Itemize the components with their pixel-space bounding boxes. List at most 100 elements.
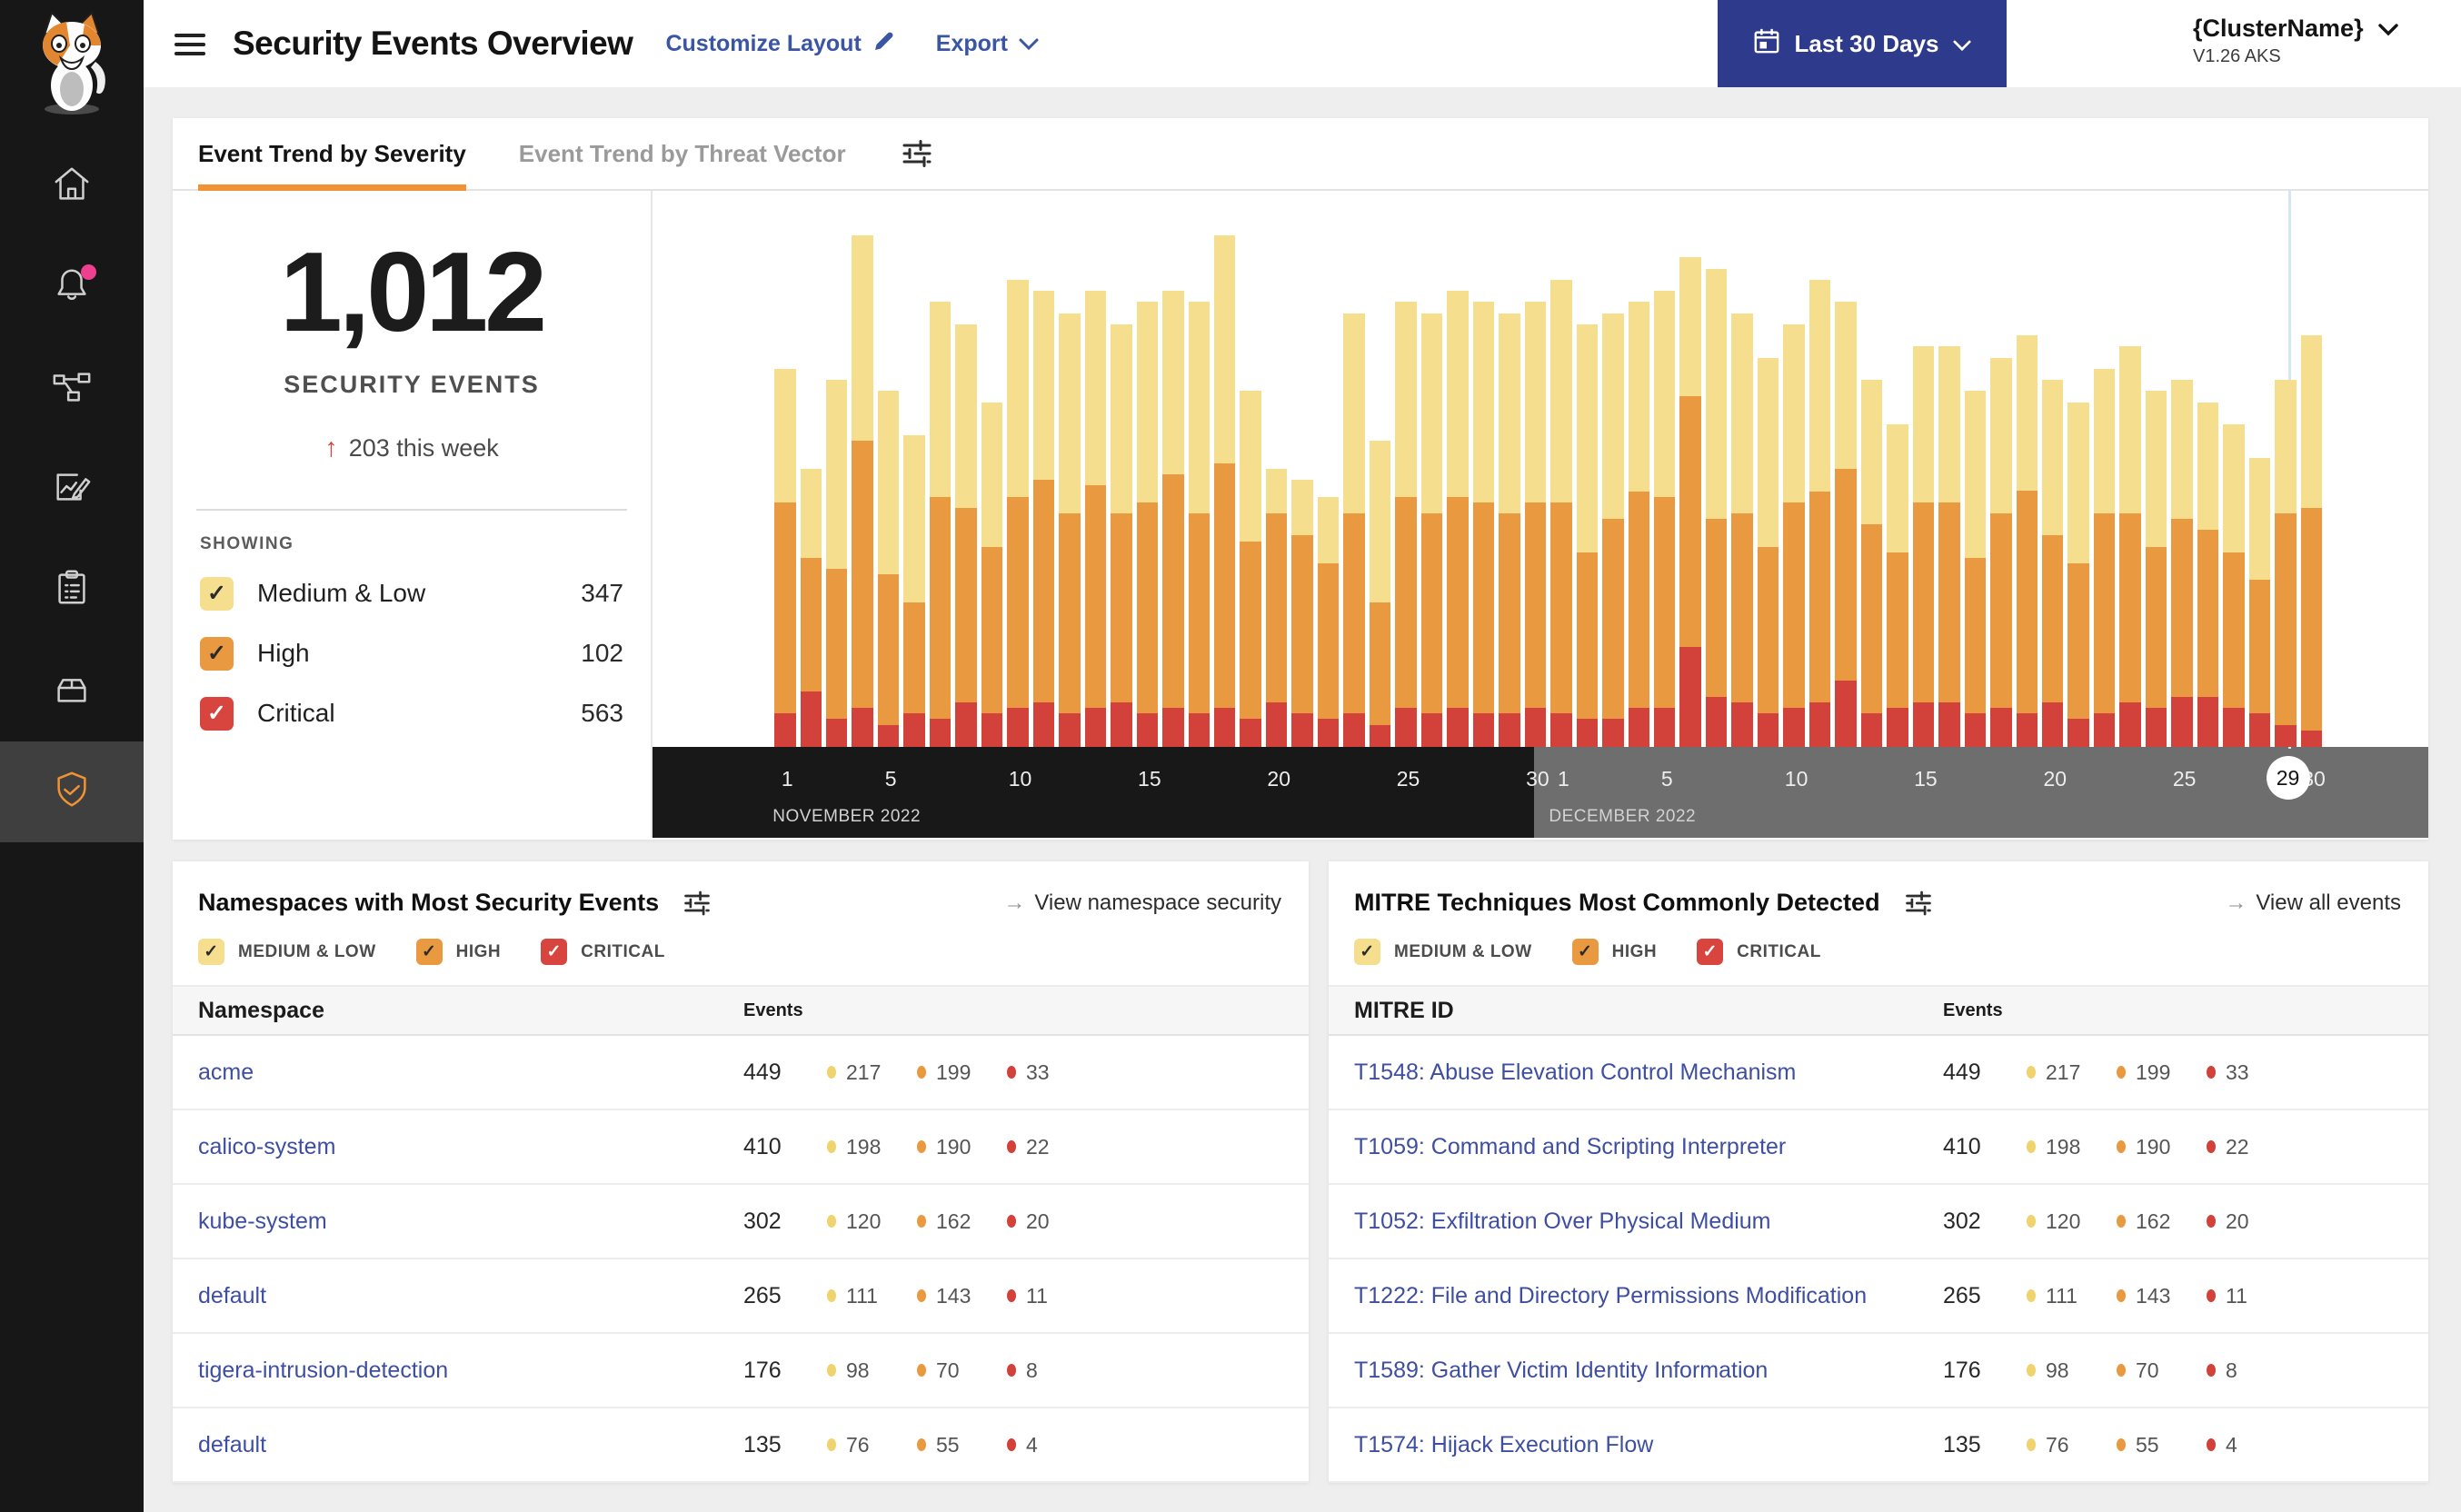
sidebar-item-compliance[interactable] [0,540,144,641]
bar-nov-18[interactable] [1214,191,1240,747]
bar-dec-10[interactable] [1783,191,1808,747]
bar-dec-2[interactable] [1576,191,1602,747]
bar-nov-26[interactable] [1420,191,1447,747]
bar-nov-2[interactable] [800,191,826,747]
sidebar-item-topology[interactable] [0,338,144,439]
filter-legend-item[interactable]: ✓ MEDIUM & LOW [1354,939,1532,965]
namespace-link[interactable]: kube-system [198,1209,743,1235]
bar-nov-6[interactable] [903,191,929,747]
bar-nov-30[interactable] [1524,191,1550,747]
severity-legend-item[interactable]: ✓ High 102 [200,632,623,674]
bar-nov-21[interactable] [1291,191,1317,747]
bar-nov-23[interactable] [1343,191,1369,747]
checkbox-checked[interactable]: ✓ [541,939,568,965]
bar-nov-13[interactable] [1084,191,1111,747]
bar-dec-3[interactable] [1602,191,1628,747]
filter-legend-item[interactable]: ✓ HIGH [1571,939,1658,965]
namespace-link[interactable]: default [198,1283,743,1309]
bar-nov-8[interactable] [955,191,981,747]
bar-dec-23[interactable] [2119,191,2145,747]
sidebar-item-alerts[interactable] [0,237,144,338]
bar-dec-27[interactable] [2223,191,2248,747]
bar-nov-9[interactable] [981,191,1007,747]
bar-dec-9[interactable] [1757,191,1783,747]
bar-dec-13[interactable] [1860,191,1887,747]
mitre-technique-link[interactable]: T1052: Exfiltration Over Physical Medium [1354,1209,1943,1235]
mitre-technique-link[interactable]: T1589: Gather Victim Identity Informatio… [1354,1358,1943,1384]
bar-nov-11[interactable] [1032,191,1059,747]
bar-dec-11[interactable] [1808,191,1835,747]
bar-nov-14[interactable] [1111,191,1136,747]
bar-dec-21[interactable] [2067,191,2093,747]
bar-dec-28[interactable] [2248,191,2275,747]
filter-legend-item[interactable]: ✓ CRITICAL [1697,939,1821,965]
namespaces-settings-icon[interactable] [683,890,712,917]
sidebar-item-workloads[interactable] [0,641,144,741]
namespace-link[interactable]: tigera-intrusion-detection [198,1358,743,1384]
bar-dec-19[interactable] [2016,191,2042,747]
filter-legend-item[interactable]: ✓ CRITICAL [541,939,665,965]
namespace-link[interactable]: acme [198,1059,743,1086]
date-range-button[interactable]: Last 30 Days [1718,0,2007,87]
mitre-technique-link[interactable]: T1574: Hijack Execution Flow [1354,1432,1943,1458]
bar-nov-10[interactable] [1007,191,1032,747]
bar-nov-28[interactable] [1472,191,1499,747]
checkbox-checked[interactable]: ✓ [1571,939,1599,965]
sidebar-item-security-events[interactable] [0,741,144,842]
filter-legend-item[interactable]: ✓ MEDIUM & LOW [198,939,376,965]
sidebar-item-policies[interactable] [0,439,144,540]
bar-nov-4[interactable] [852,191,877,747]
bar-nov-19[interactable] [1240,191,1265,747]
bar-nov-20[interactable] [1265,191,1291,747]
mitre-technique-link[interactable]: T1222: File and Directory Permissions Mo… [1354,1283,1943,1309]
bar-nov-15[interactable] [1136,191,1162,747]
bar-dec-1[interactable] [1550,191,1576,747]
sidebar-item-home[interactable] [0,136,144,237]
namespace-link[interactable]: default [198,1432,743,1458]
bar-dec-18[interactable] [1990,191,2016,747]
checkbox-checked[interactable]: ✓ [200,636,234,671]
customize-layout-button[interactable]: Customize Layout [665,29,895,59]
checkbox-checked[interactable]: ✓ [200,696,234,731]
tab-event-trend-by-severity[interactable]: Event Trend by Severity [198,118,466,191]
severity-legend-item[interactable]: ✓ Medium & Low 347 [200,572,623,614]
bar-dec-25[interactable] [2171,191,2197,747]
bar-nov-24[interactable] [1369,191,1395,747]
bar-nov-22[interactable] [1317,191,1343,747]
bar-dec-16[interactable] [1938,191,1964,747]
bar-dec-20[interactable] [2042,191,2067,747]
bar-dec-15[interactable] [1912,191,1938,747]
bar-dec-8[interactable] [1731,191,1757,747]
mitre-settings-icon[interactable] [1904,890,1933,917]
bar-nov-5[interactable] [877,191,903,747]
checkbox-checked[interactable]: ✓ [415,939,443,965]
mitre-technique-link[interactable]: T1059: Command and Scripting Interpreter [1354,1134,1943,1160]
calico-cat-logo[interactable] [0,0,144,136]
namespace-link[interactable]: calico-system [198,1134,743,1160]
mitre-technique-link[interactable]: T1548: Abuse Elevation Control Mechanism [1354,1059,1943,1086]
bar-nov-25[interactable] [1395,191,1420,747]
cluster-selector[interactable]: {ClusterName} V1.26 AKS [2193,15,2398,67]
bar-nov-17[interactable] [1188,191,1214,747]
bar-dec-17[interactable] [1964,191,1990,747]
bar-dec-12[interactable] [1835,191,1860,747]
checkbox-checked[interactable]: ✓ [200,576,234,611]
chart-settings-icon[interactable] [901,139,933,168]
bar-dec-30[interactable] [2300,191,2326,747]
view-all-events-link[interactable]: → View all events [2225,890,2401,916]
bar-dec-5[interactable] [1653,191,1679,747]
bar-dec-26[interactable] [2197,191,2223,747]
bar-nov-3[interactable] [825,191,852,747]
checkbox-checked[interactable]: ✓ [1697,939,1724,965]
bar-dec-4[interactable] [1628,191,1654,747]
bar-nov-1[interactable] [774,191,800,747]
checkbox-checked[interactable]: ✓ [198,939,224,965]
bar-nov-7[interactable] [929,191,955,747]
axis-tick-highlighted[interactable]: 29 [2266,756,2310,800]
hamburger-menu-icon[interactable] [174,28,205,61]
bar-dec-29[interactable] [2275,191,2300,747]
bar-dec-24[interactable] [2145,191,2171,747]
bar-dec-22[interactable] [2093,191,2119,747]
bar-nov-27[interactable] [1447,191,1472,747]
bar-dec-7[interactable] [1705,191,1731,747]
